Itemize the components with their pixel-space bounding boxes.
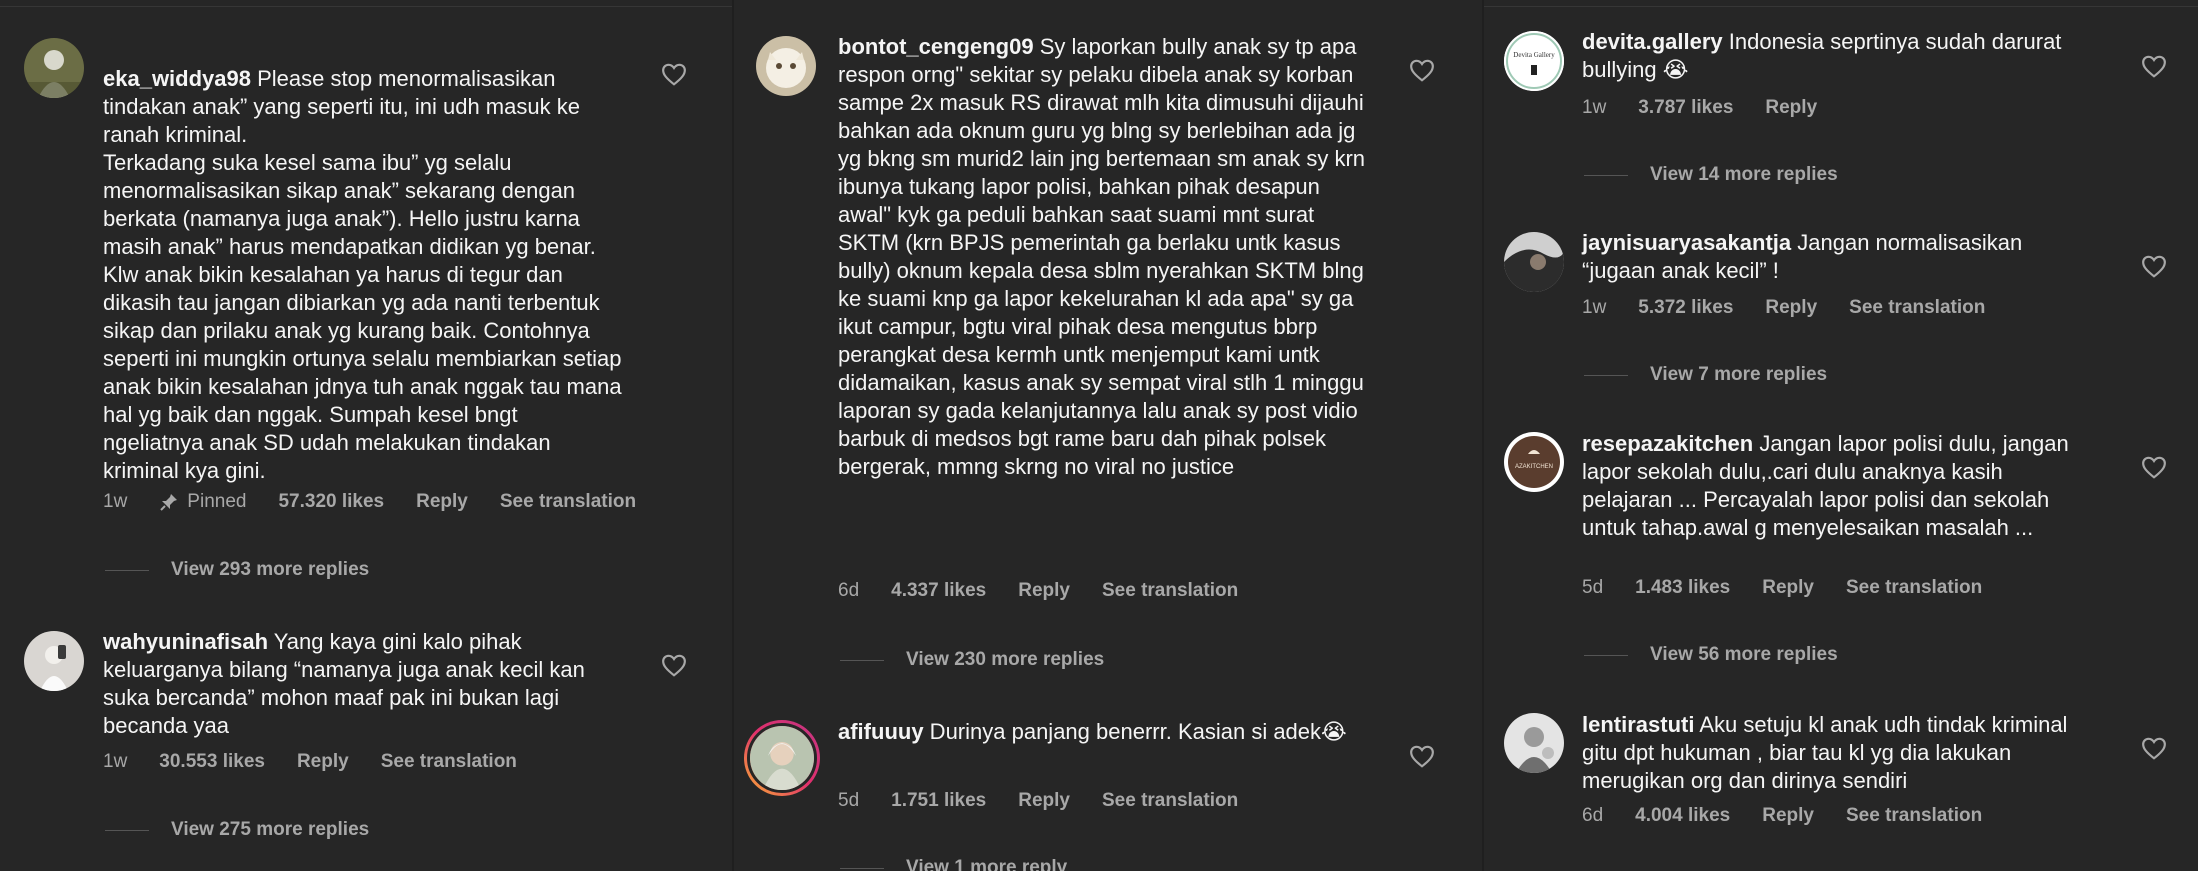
like-heart-icon[interactable] (2141, 736, 2167, 760)
likes-count[interactable]: 5.372 likes (1638, 297, 1733, 319)
likes-count[interactable]: 4.004 likes (1635, 805, 1730, 827)
like-heart-icon[interactable] (661, 62, 687, 86)
reply-button[interactable]: Reply (1765, 297, 1817, 319)
view-more-replies[interactable]: View 293 more replies (105, 559, 369, 581)
see-translation-link[interactable]: See translation (1849, 297, 1985, 319)
comments-panel-2: bontot_cengeng09 Sy laporkan bully anak … (734, 0, 1482, 871)
timestamp: 1w (1582, 297, 1607, 318)
comment-text: Durinya panjang benerrr. Kasian si adek😭 (923, 719, 1347, 744)
view-more-replies[interactable]: View 275 more replies (105, 819, 369, 841)
comment-meta: 6d 4.004 likes Reply See translation (1582, 805, 2014, 827)
comments-panel-1: eka_widdya98 Please stop menormalisasika… (0, 0, 732, 871)
avatar[interactable] (24, 38, 84, 98)
avatar[interactable]: Devita Gallery (1504, 31, 1564, 91)
reply-button[interactable]: Reply (1018, 580, 1070, 602)
view-more-replies[interactable]: View 7 more replies (1584, 364, 1827, 386)
avatar[interactable] (24, 631, 84, 691)
likes-count[interactable]: 30.553 likes (159, 751, 265, 773)
timestamp: 6d (838, 580, 860, 601)
username[interactable]: devita.gallery (1582, 29, 1723, 54)
avatar[interactable]: AZAKITCHEN (1504, 432, 1564, 492)
like-heart-icon[interactable] (2141, 455, 2167, 479)
username[interactable]: bontot_cengeng09 (838, 34, 1034, 59)
likes-count[interactable]: 4.337 likes (891, 580, 986, 602)
panel-top-divider (0, 6, 732, 7)
likes-count[interactable]: 1.751 likes (891, 790, 986, 812)
reply-button[interactable]: Reply (1762, 577, 1814, 599)
pin-icon (160, 494, 178, 511)
timestamp: 5d (838, 790, 860, 811)
timestamp: 1w (1582, 97, 1607, 118)
avatar[interactable] (1504, 232, 1564, 292)
avatar[interactable] (744, 720, 820, 796)
timestamp: 1w (103, 491, 128, 512)
see-translation-link[interactable]: See translation (381, 751, 517, 773)
likes-count[interactable]: 3.787 likes (1638, 97, 1733, 119)
view-more-replies[interactable]: View 56 more replies (1584, 644, 1838, 666)
comment-meta: 1w Pinned 57.320 likes Reply See transla… (103, 491, 668, 513)
view-more-replies[interactable]: View 14 more replies (1584, 164, 1838, 186)
see-translation-link[interactable]: See translation (500, 491, 636, 513)
comment-text: Sy laporkan bully anak sy tp apa respon … (838, 34, 1366, 479)
comment-meta: 1w 30.553 likes Reply See translation (103, 751, 549, 773)
see-translation-link[interactable]: See translation (1846, 577, 1982, 599)
timestamp: 1w (103, 751, 128, 772)
timestamp: 6d (1582, 805, 1604, 826)
comment-meta: 1w 5.372 likes Reply See translation (1582, 297, 2017, 319)
likes-count[interactable]: 57.320 likes (278, 491, 384, 513)
pinned-badge: Pinned (159, 491, 246, 513)
username[interactable]: afifuuuy (838, 719, 924, 744)
comments-panel-3: Devita Gallery devita.gallery Indonesia … (1484, 0, 2198, 871)
username[interactable]: eka_widdya98 (103, 66, 251, 91)
timestamp: 5d (1582, 577, 1604, 598)
username[interactable]: jaynisuaryasakantja (1582, 230, 1791, 255)
comment-meta: 1w 3.787 likes Reply (1582, 97, 1849, 119)
comment-text: Please stop menormalisasikan tindakan an… (103, 66, 622, 483)
username[interactable]: resepazakitchen (1582, 431, 1753, 456)
see-translation-link[interactable]: See translation (1102, 580, 1238, 602)
reply-button[interactable]: Reply (416, 491, 468, 513)
view-more-replies[interactable]: View 230 more replies (840, 649, 1104, 671)
username[interactable]: wahyuninafisah (103, 629, 268, 654)
reply-button[interactable]: Reply (297, 751, 349, 773)
see-translation-link[interactable]: See translation (1102, 790, 1238, 812)
like-heart-icon[interactable] (1409, 744, 1435, 768)
like-heart-icon[interactable] (2141, 54, 2167, 78)
avatar-logo-text: AZAKITCHEN (1515, 464, 1553, 470)
panel-top-divider (1484, 6, 2198, 7)
reply-button[interactable]: Reply (1762, 805, 1814, 827)
reply-button[interactable]: Reply (1765, 97, 1817, 119)
view-more-replies[interactable]: View 1 more reply (840, 857, 1067, 871)
username[interactable]: lentirastuti (1582, 712, 1694, 737)
reply-button[interactable]: Reply (1018, 790, 1070, 812)
comment-meta: 5d 1.483 likes Reply See translation (1582, 577, 2014, 599)
likes-count[interactable]: 1.483 likes (1635, 577, 1730, 599)
comment-meta: 5d 1.751 likes Reply See translation (838, 790, 1270, 812)
avatar[interactable] (756, 36, 816, 96)
like-heart-icon[interactable] (2141, 254, 2167, 278)
see-translation-link[interactable]: See translation (1846, 805, 1982, 827)
comment-meta: 6d 4.337 likes Reply See translation (838, 580, 1270, 602)
avatar-logo-text: Devita Gallery (1513, 51, 1555, 59)
like-heart-icon[interactable] (1409, 58, 1435, 82)
like-heart-icon[interactable] (661, 653, 687, 677)
avatar[interactable] (1504, 713, 1564, 773)
